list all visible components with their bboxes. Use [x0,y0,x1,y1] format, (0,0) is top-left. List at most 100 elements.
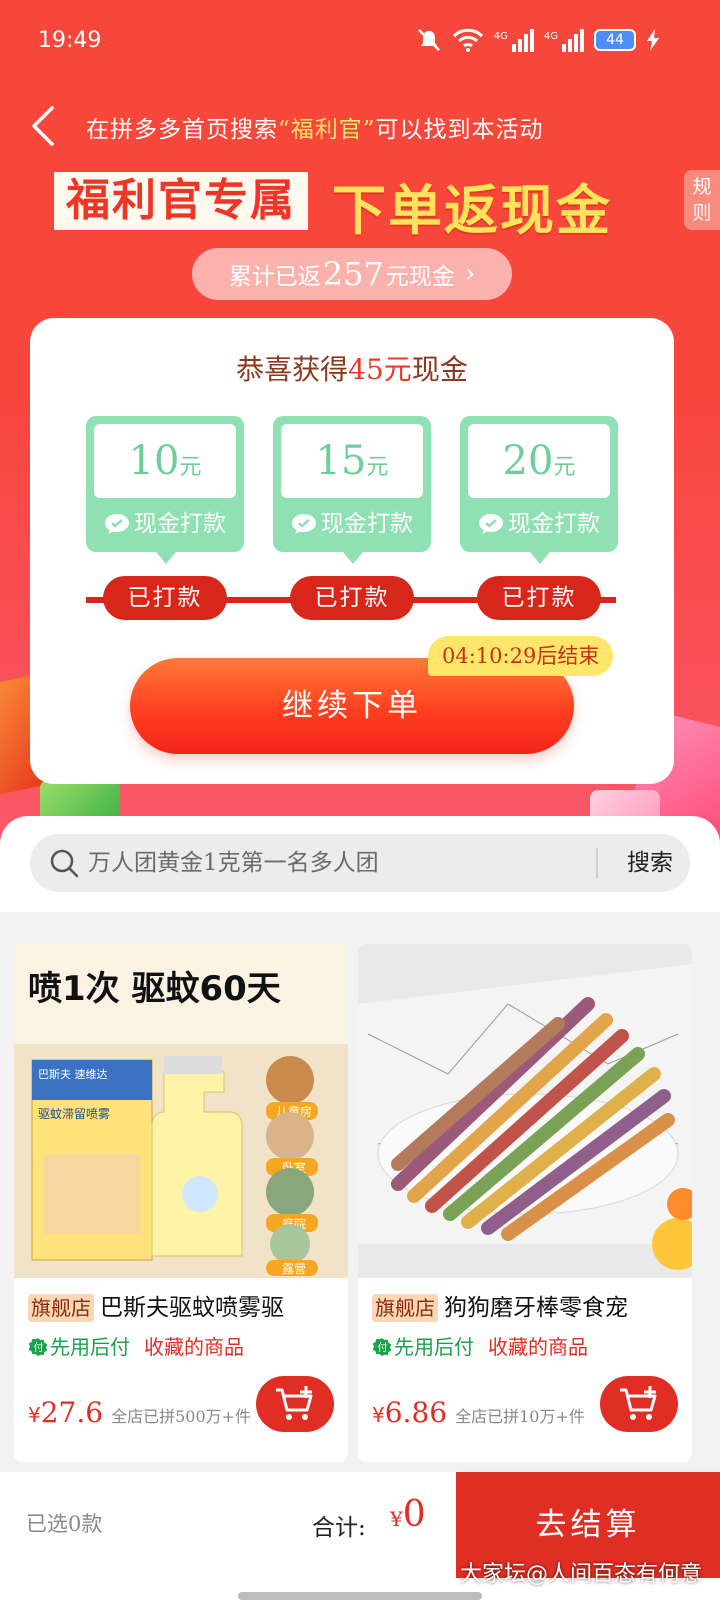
tier-amount: 20 [502,438,554,484]
pay-later-tag: 付先用后付 [28,1332,130,1362]
back-arrow-icon [32,106,54,146]
svg-text:付: 付 [378,1341,388,1354]
countdown-badge: 04:10:29后结束 [428,636,614,676]
product-title[interactable]: 旗舰店 狗狗磨牙棒零食宠 [372,1290,682,1326]
hint-suffix: 可以找到本活动 [375,117,544,143]
reward-tier-2: 15元 现金打款 [273,416,431,564]
reward-card: 恭喜获得45元现金 10元 现金打款 15元 现金打款 20元 现金打款 已打款… [30,318,674,784]
tier-label-text: 现金打款 [321,511,413,537]
hint-keyword: “福利官” [278,117,376,143]
tier-amount: 10 [128,438,180,484]
search-divider [596,848,598,878]
tier-value: 10元 [94,424,236,498]
search-button[interactable]: 搜索 [610,834,690,892]
tier-label-text: 现金打款 [508,511,600,537]
pay-later-tag: 付先用后付 [372,1332,474,1362]
search-bar[interactable]: 万人团黄金1克第一名多人团 搜索 [30,834,690,892]
product-price: 6.86 [384,1396,448,1429]
product-image-name: 驱蚊滞留喷雾 [38,1106,110,1121]
search-panel: 万人团黄金1克第一名多人团 搜索 [0,816,720,912]
signal-icon: 4G [544,28,584,52]
tier-amount: 15 [315,438,367,484]
svg-text:付: 付 [34,1341,44,1354]
battery-icon: 44 [594,29,636,51]
search-hint: 在拼多多首页搜索“福利官”可以找到本活动 [86,110,544,144]
price-row: ¥ 6.86 全店已拼10万+件 [372,1396,585,1429]
favorited-tag: 收藏的商品 [488,1335,588,1359]
flagship-badge: 旗舰店 [28,1294,94,1322]
pay-later-icon: 付 [28,1338,48,1356]
reward-tier-1: 10元 现金打款 [86,416,244,564]
product-price: 27.6 [40,1396,104,1429]
product-image-brand: 巴斯夫 速维达 [38,1068,108,1081]
search-icon [50,849,79,878]
product-name: 巴斯夫驱蚊喷雾驱 [100,1295,284,1321]
currency-symbol: ¥ [372,1403,385,1427]
currency-symbol: ¥ [28,1403,41,1427]
reward-title-suffix: 现金 [411,353,468,386]
total-amount: ¥0 [390,1494,426,1535]
wifi-icon [452,28,483,52]
signal-icon: 4G [494,28,534,52]
back-button[interactable] [24,102,64,150]
wechat-pay-icon [479,514,503,534]
selected-count: 已选0款 [26,1512,103,1536]
product-image[interactable]: 喷1次 驱蚊60天 巴斯夫 速维达 驱蚊滞留喷雾 儿童房 卧室 庭院 露营 [14,944,348,1278]
paid-badge: 已打款 [103,576,227,620]
hero-section: 19:49 4G 4G 44 在拼多多首页搜索“福利官”可以找到本活动 福利官专… [0,0,720,870]
add-to-cart-button[interactable] [256,1376,334,1432]
wechat-pay-icon [105,514,129,534]
status-time: 19:49 [38,28,102,53]
total-label: 合计: [312,1515,366,1541]
search-input[interactable]: 万人团黄金1克第一名多人团 [88,834,588,892]
hint-prefix: 在拼多多首页搜索 [86,117,278,143]
chevron-right-icon: › [464,259,476,289]
product-title[interactable]: 旗舰店 巴斯夫驱蚊喷雾驱 [28,1290,338,1326]
favorited-tag: 收藏的商品 [144,1335,244,1359]
paid-badge: 已打款 [290,576,414,620]
tier-unit: 元 [179,455,202,480]
product-card[interactable]: 喷1次 驱蚊60天 巴斯夫 速维达 驱蚊滞留喷雾 儿童房 卧室 庭院 露营 旗舰… [14,944,348,1462]
banner-cashback: 下单返现金 [332,179,612,242]
currency-symbol: ¥ [390,1507,403,1531]
product-tags: 付先用后付 收藏的商品 [28,1332,244,1362]
product-image-headline: 喷1次 驱蚊60天 [28,969,281,1009]
sold-count: 全店已拼500万+件 [111,1407,252,1426]
reward-title-prefix: 恭喜获得 [236,353,349,386]
rules-button[interactable]: 规则 [684,170,720,230]
tier-value: 15元 [281,424,423,498]
returned-prefix: 累计已返 [228,264,321,290]
mute-icon [417,29,440,51]
add-cart-icon [620,1386,657,1420]
product-card[interactable]: 旗舰店 狗狗磨牙棒零食宠 付先用后付 收藏的商品 ¥ 6.86 全店已拼10万+件 [358,944,692,1462]
wechat-pay-icon [292,514,316,534]
product-grid: 喷1次 驱蚊60天 巴斯夫 速维达 驱蚊滞留喷雾 儿童房 卧室 庭院 露营 旗舰… [0,912,720,1472]
reward-title: 恭喜获得45元现金 [30,348,674,388]
reward-title-amount: 45元 [348,353,412,386]
sold-count: 全店已拼10万+件 [455,1407,585,1426]
tier-label: 现金打款 [86,508,244,540]
flagship-badge: 旗舰店 [372,1294,438,1322]
charging-icon [647,29,659,51]
home-indicator[interactable] [238,1592,482,1600]
price-row: ¥ 27.6 全店已拼500万+件 [28,1396,251,1429]
product-tags: 付先用后付 收藏的商品 [372,1332,588,1362]
watermark: 大家坛@人间百态有何意 [459,1562,702,1587]
network-type-label: 4G [543,31,558,42]
tier-unit: 元 [366,455,389,480]
product-image[interactable] [358,944,692,1278]
top-nav: 在拼多多首页搜索“福利官”可以找到本活动 [0,96,720,156]
reward-tier-3: 20元 现金打款 [460,416,618,564]
tier-label: 现金打款 [273,508,431,540]
network-type-label: 4G [493,31,508,42]
pay-later-label: 先用后付 [394,1335,474,1359]
status-bar: 19:49 4G 4G 44 [0,0,720,86]
rules-label: 规则 [692,176,712,224]
add-cart-icon [276,1386,313,1420]
product-name: 狗狗磨牙棒零食宠 [444,1295,628,1321]
returned-total-pill[interactable]: 累计已返 257 元现金 › [192,248,512,300]
total-value: 0 [402,1494,426,1535]
returned-amount: 257 [322,255,384,293]
add-to-cart-button[interactable] [600,1376,678,1432]
returned-suffix: 元现金 [385,264,455,290]
